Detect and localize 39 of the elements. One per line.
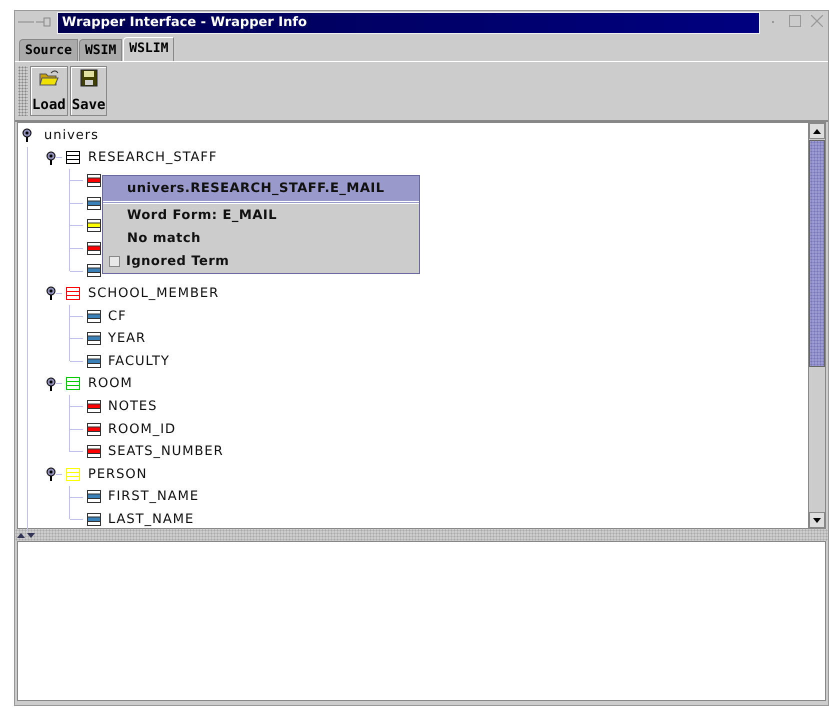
toolbar-grip[interactable] bbox=[18, 66, 28, 116]
menu-title[interactable]: univers.RESEARCH_STAFF.E_MAIL bbox=[103, 176, 419, 204]
tree-node-label[interactable]: SEATS_NUMBER bbox=[108, 444, 224, 460]
tree-node-label[interactable]: SCHOOL_MEMBER bbox=[88, 286, 220, 301]
tree-node-label[interactable]: ROOM bbox=[88, 376, 133, 392]
tree-node-label[interactable]: NOTES bbox=[108, 398, 158, 414]
window-title: Wrapper Interface - Wrapper Info bbox=[57, 12, 760, 34]
scroll-up-button[interactable] bbox=[809, 123, 825, 139]
tab[interactable]: Source bbox=[19, 39, 78, 61]
tree-node-label[interactable]: ROOM_ID bbox=[108, 422, 176, 437]
tree-node-label[interactable]: univers bbox=[44, 128, 99, 143]
menu-item[interactable]: No match bbox=[103, 227, 419, 250]
expand-handle-icon[interactable] bbox=[46, 467, 56, 482]
down-arrow-icon bbox=[813, 518, 821, 522]
scrollbar-thumb[interactable] bbox=[809, 140, 825, 367]
expand-handle-icon[interactable] bbox=[46, 376, 56, 391]
expand-handle-icon[interactable] bbox=[22, 128, 32, 142]
tree-node-label[interactable]: FACULTY bbox=[108, 354, 170, 369]
collapse-down-icon[interactable] bbox=[27, 532, 35, 538]
checkbox[interactable] bbox=[109, 256, 120, 267]
expand-handle-icon[interactable] bbox=[46, 150, 56, 165]
menu-item[interactable]: Word Form: E_MAIL bbox=[103, 204, 419, 227]
tree-node-label[interactable]: LAST_NAME bbox=[108, 512, 194, 527]
load-button[interactable]: Load bbox=[30, 66, 68, 116]
up-arrow-icon bbox=[813, 128, 821, 134]
tab[interactable]: WSIM bbox=[78, 39, 122, 61]
tree-node-label[interactable]: RESEARCH_STAFF bbox=[88, 150, 218, 166]
scroll-down-button[interactable] bbox=[809, 512, 825, 528]
scrollbar[interactable] bbox=[808, 123, 825, 528]
folder-icon bbox=[38, 69, 60, 87]
tree-node-label[interactable]: YEAR bbox=[108, 331, 146, 346]
menu-checkbox-item[interactable]: Ignored Term bbox=[103, 250, 419, 273]
tree-node-label[interactable]: CF bbox=[108, 308, 127, 324]
tree-node-label[interactable]: PERSON bbox=[88, 466, 148, 482]
expand-handle-icon[interactable] bbox=[46, 286, 56, 300]
tab[interactable]: WSLIM bbox=[123, 37, 174, 61]
save-button[interactable]: Save bbox=[70, 66, 108, 116]
collapse-up-icon[interactable] bbox=[17, 532, 25, 538]
tree-node-label[interactable]: FIRST_NAME bbox=[108, 489, 200, 504]
